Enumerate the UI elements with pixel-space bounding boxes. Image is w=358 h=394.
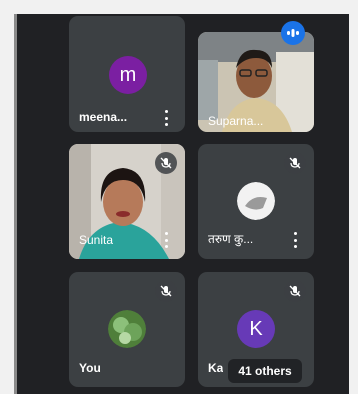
- more-options-icon[interactable]: [161, 232, 171, 248]
- window-right-border: [349, 0, 358, 394]
- participant-avatar: K: [237, 310, 275, 348]
- participant-name: तरुण कु...: [208, 232, 254, 246]
- mic-off-icon: [284, 280, 306, 302]
- others-count-button[interactable]: 41 others: [228, 359, 302, 383]
- more-options-icon[interactable]: [161, 110, 171, 126]
- participant-name: meena...: [79, 110, 128, 124]
- participant-name: Suparna...: [208, 114, 264, 128]
- participant-tile-you[interactable]: You: [69, 272, 185, 387]
- participant-name: You: [79, 361, 101, 375]
- participant-tile-suparna[interactable]: Suparna...: [198, 32, 314, 132]
- participant-tile-tarun[interactable]: तरुण कु...: [198, 144, 314, 259]
- mic-off-icon: [284, 152, 306, 174]
- mic-off-icon: [155, 152, 177, 174]
- mic-off-icon: [155, 280, 177, 302]
- participant-tile-sunita[interactable]: Sunita: [69, 144, 185, 259]
- more-options-icon[interactable]: [290, 232, 300, 248]
- window-top-border: [0, 0, 358, 14]
- participant-avatar: m: [109, 56, 147, 94]
- participant-name: Sunita: [79, 233, 114, 247]
- meeting-grid: m meena... Suparna... Sunita तरुण कु... …: [17, 14, 349, 394]
- participant-avatar: [237, 182, 275, 220]
- participant-avatar: [108, 310, 146, 348]
- participant-tile-meena[interactable]: m meena...: [69, 16, 185, 132]
- participant-name: Ka: [208, 361, 224, 375]
- speaking-indicator-icon: [281, 21, 305, 45]
